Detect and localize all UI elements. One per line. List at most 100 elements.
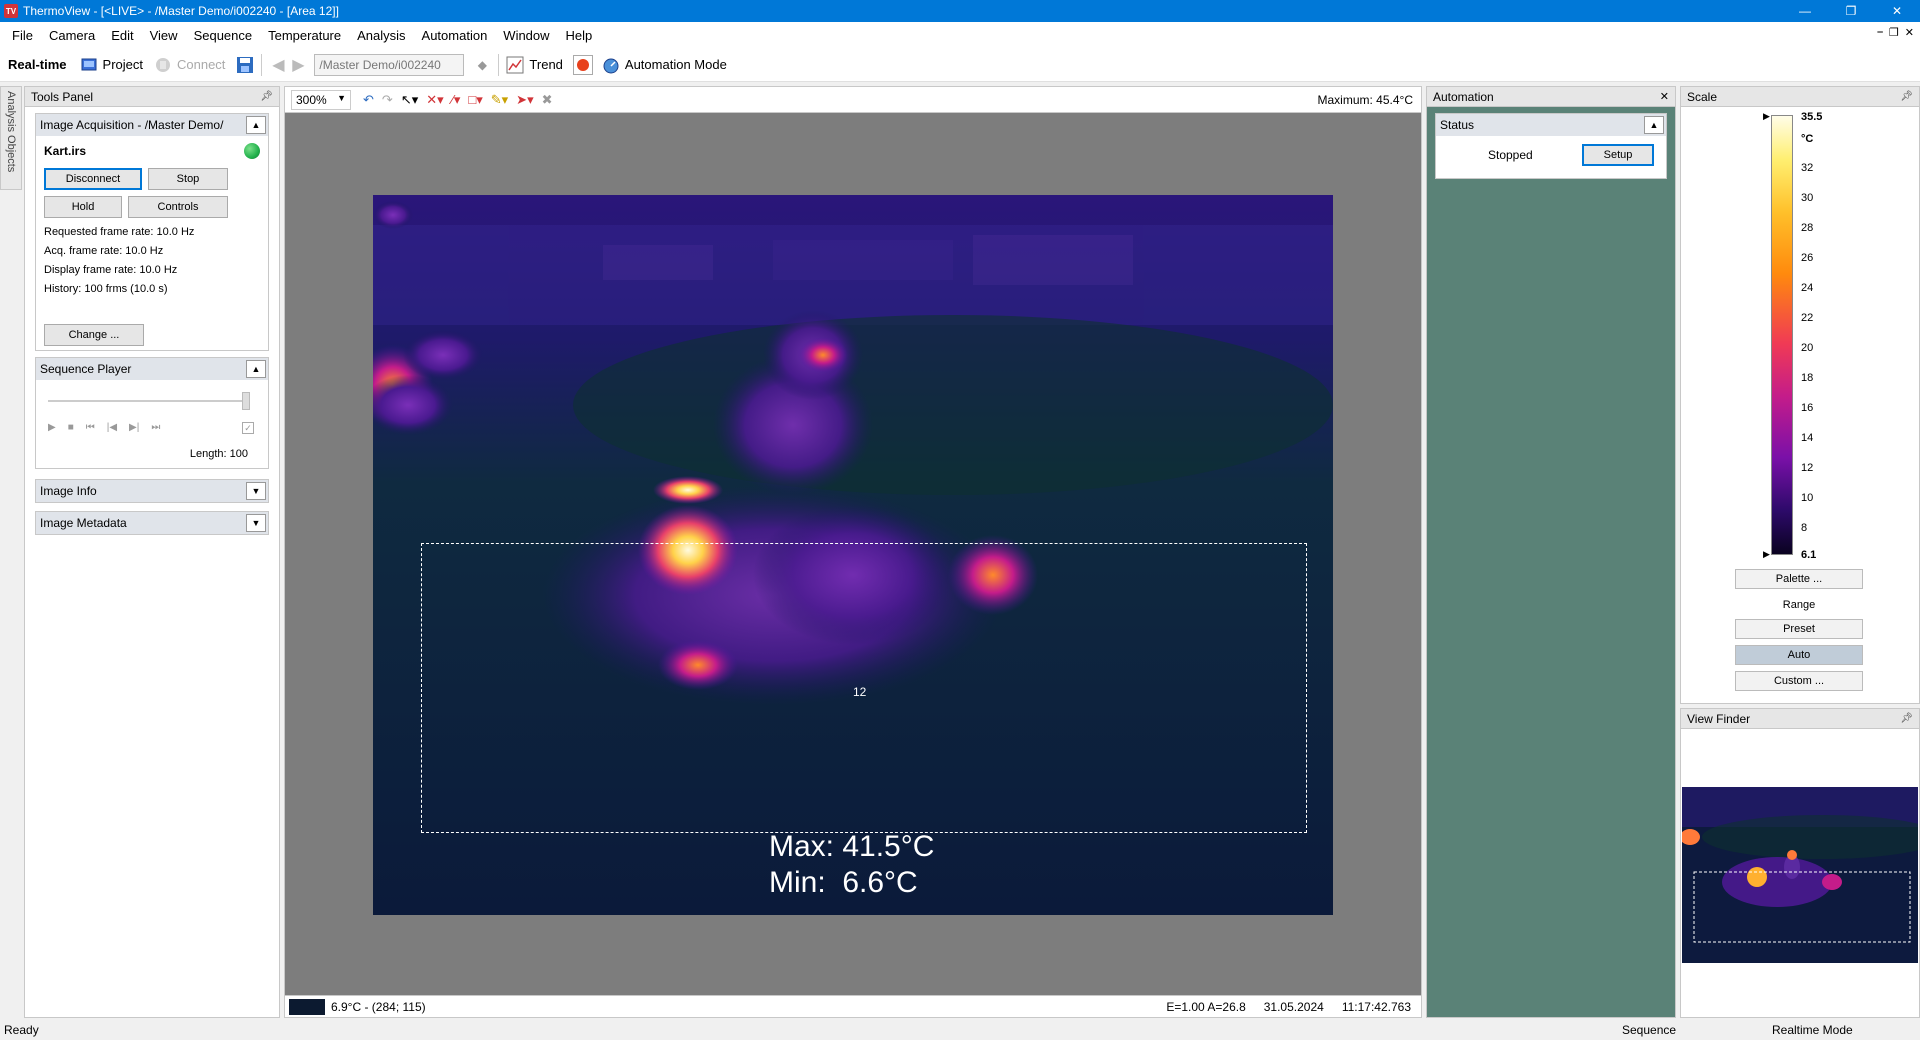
menu-automation[interactable]: Automation bbox=[414, 28, 496, 43]
collapse-up-icon[interactable]: ▲ bbox=[246, 116, 266, 134]
automation-mode-label: Automation Mode bbox=[624, 57, 727, 72]
collapse-up-icon[interactable]: ▲ bbox=[1644, 116, 1664, 134]
close-button[interactable]: ✕ bbox=[1874, 0, 1920, 22]
automation-status-value: Stopped bbox=[1488, 148, 1533, 162]
disconnect-button[interactable]: Disconnect bbox=[44, 168, 142, 190]
trend-chart-icon bbox=[505, 55, 525, 75]
realtime-label[interactable]: Real-time bbox=[8, 57, 67, 72]
first-frame-icon[interactable]: ⏮︎ bbox=[86, 422, 95, 433]
menu-bar: File Camera Edit View Sequence Temperatu… bbox=[0, 22, 1920, 48]
pin-icon[interactable]: 📌︎ bbox=[1900, 91, 1913, 102]
stop-icon[interactable]: ■ bbox=[68, 422, 74, 433]
mdi-restore-icon[interactable]: ❐ bbox=[1889, 26, 1899, 39]
change-button[interactable]: Change ... bbox=[44, 324, 144, 346]
mdi-close-icon[interactable]: ✕ bbox=[1905, 26, 1914, 39]
prev-frame-icon[interactable]: |◀ bbox=[107, 422, 117, 433]
color-scale-bar[interactable] bbox=[1771, 115, 1793, 555]
acquisition-file-name: Kart.irs bbox=[44, 144, 87, 158]
menu-view[interactable]: View bbox=[142, 28, 186, 43]
scale-max-arrow-icon[interactable]: ▶ bbox=[1763, 111, 1770, 122]
scale-tick: 14 bbox=[1801, 432, 1814, 444]
measure-tool-icon[interactable]: ✎▾ bbox=[491, 92, 508, 108]
menu-analysis[interactable]: Analysis bbox=[349, 28, 413, 43]
mdi-minimize-icon[interactable]: ⎯ bbox=[1877, 26, 1883, 39]
menu-sequence[interactable]: Sequence bbox=[186, 28, 261, 43]
tools-panel-title: Tools Panel bbox=[31, 89, 94, 104]
sequence-slider-handle[interactable] bbox=[242, 392, 250, 410]
temperature-overlay[interactable]: Max: 41.5°C Min: 6.6°C bbox=[769, 829, 963, 907]
capture-date: 31.05.2024 bbox=[1263, 1000, 1324, 1014]
pin-icon[interactable]: 📌︎ bbox=[260, 91, 273, 102]
image-info-header[interactable]: Image Info ▼ bbox=[36, 480, 268, 502]
setup-button[interactable]: Setup bbox=[1582, 144, 1654, 166]
redo-icon[interactable]: ↷ bbox=[382, 92, 393, 108]
next-frame-icon[interactable]: ▶| bbox=[129, 422, 139, 433]
marker-tool-icon[interactable]: ➤▾ bbox=[516, 92, 533, 108]
temperature-color-swatch bbox=[289, 998, 325, 1015]
path-field[interactable]: /Master Demo/i002240 bbox=[314, 53, 465, 76]
image-metadata-header[interactable]: Image Metadata ▼ bbox=[36, 512, 268, 534]
project-button[interactable]: Project bbox=[79, 55, 143, 75]
menu-camera[interactable]: Camera bbox=[41, 28, 103, 43]
automation-mode-button[interactable]: Automation Mode bbox=[601, 55, 727, 75]
palette-button[interactable]: Palette ... bbox=[1735, 569, 1863, 589]
max-temperature-overlay: Max: 41.5°C bbox=[769, 830, 935, 863]
scale-min-arrow-icon[interactable]: ▶ bbox=[1763, 549, 1770, 560]
capture-time: 11:17:42.763 bbox=[1341, 1000, 1411, 1014]
collapse-up-icon[interactable]: ▲ bbox=[246, 360, 266, 378]
zoom-select[interactable]: 300% ▼ bbox=[291, 89, 351, 110]
trend-button[interactable]: Trend bbox=[505, 55, 563, 75]
undo-icon[interactable]: ↶ bbox=[363, 92, 374, 108]
scale-min-value: 6.1 bbox=[1801, 549, 1817, 561]
delete-tool-icon[interactable]: ✖ bbox=[542, 92, 553, 108]
menu-temperature[interactable]: Temperature bbox=[260, 28, 349, 43]
line-tool-icon[interactable]: ∕▾ bbox=[452, 92, 461, 108]
view-finder-panel: View Finder 📌︎ bbox=[1680, 708, 1920, 1018]
save-icon[interactable] bbox=[235, 55, 255, 75]
navigate-icon[interactable]: ◆ bbox=[472, 55, 492, 75]
forward-arrow-icon[interactable]: ▶ bbox=[288, 55, 308, 75]
view-finder-thumbnail[interactable] bbox=[1682, 787, 1918, 963]
record-icon[interactable] bbox=[572, 54, 593, 75]
image-metadata-group: Image Metadata ▼ bbox=[35, 511, 269, 535]
area-tool-icon[interactable]: □▾ bbox=[468, 92, 482, 108]
custom-button[interactable]: Custom ... bbox=[1735, 671, 1863, 691]
controls-button[interactable]: Controls bbox=[128, 196, 228, 218]
play-icon[interactable]: ▶ bbox=[48, 422, 56, 433]
menu-help[interactable]: Help bbox=[558, 28, 601, 43]
image-acquisition-header[interactable]: Image Acquisition - /Master Demo/ ▲ bbox=[36, 114, 268, 136]
scale-tick: 18 bbox=[1801, 372, 1814, 384]
range-label: Range bbox=[1782, 599, 1816, 611]
status-header[interactable]: Status ▲ bbox=[1436, 114, 1666, 136]
pin-icon[interactable]: 📌︎ bbox=[1900, 713, 1913, 724]
menu-file[interactable]: File bbox=[4, 28, 41, 43]
menu-window[interactable]: Window bbox=[495, 28, 557, 43]
close-icon[interactable]: ✕ bbox=[1660, 90, 1669, 103]
stop-button[interactable]: Stop bbox=[148, 168, 228, 190]
expand-down-icon[interactable]: ▼ bbox=[246, 482, 266, 500]
scale-tick: 12 bbox=[1801, 462, 1814, 474]
sequence-player-header[interactable]: Sequence Player ▲ bbox=[36, 358, 268, 380]
expand-down-icon[interactable]: ▼ bbox=[246, 514, 266, 532]
thermal-image[interactable]: 12 Max: 41.5°C Min: 6.6°C bbox=[373, 195, 1333, 915]
scale-tick: 10 bbox=[1801, 492, 1814, 504]
main-toolbar: Real-time Project Connect ◀ ▶ /Master De… bbox=[0, 48, 1920, 82]
title-bar: TV ThermoView - [<LIVE> - /Master Demo/i… bbox=[0, 0, 1920, 22]
menu-edit[interactable]: Edit bbox=[103, 28, 141, 43]
sequence-slider[interactable] bbox=[48, 400, 248, 402]
auto-button[interactable]: Auto bbox=[1735, 645, 1863, 665]
back-arrow-icon[interactable]: ◀ bbox=[268, 55, 288, 75]
last-frame-icon[interactable]: ⏭︎ bbox=[151, 422, 160, 433]
area-12-label: 12 bbox=[853, 685, 867, 699]
analysis-objects-tab[interactable]: Analysis Objects bbox=[0, 86, 22, 190]
toolbar-separator bbox=[261, 53, 263, 76]
minimize-button[interactable]: — bbox=[1782, 0, 1828, 22]
pointer-icon[interactable]: ↖▾ bbox=[401, 92, 418, 108]
loop-checkbox[interactable]: ✓ bbox=[242, 422, 254, 434]
spot-tool-icon[interactable]: ✕▾ bbox=[426, 92, 443, 108]
hold-button[interactable]: Hold bbox=[44, 196, 122, 218]
automation-gauge-icon bbox=[601, 55, 621, 75]
maximize-button[interactable]: ❐ bbox=[1828, 0, 1874, 22]
preset-button[interactable]: Preset bbox=[1735, 619, 1863, 639]
connect-button[interactable]: Connect bbox=[153, 55, 225, 75]
